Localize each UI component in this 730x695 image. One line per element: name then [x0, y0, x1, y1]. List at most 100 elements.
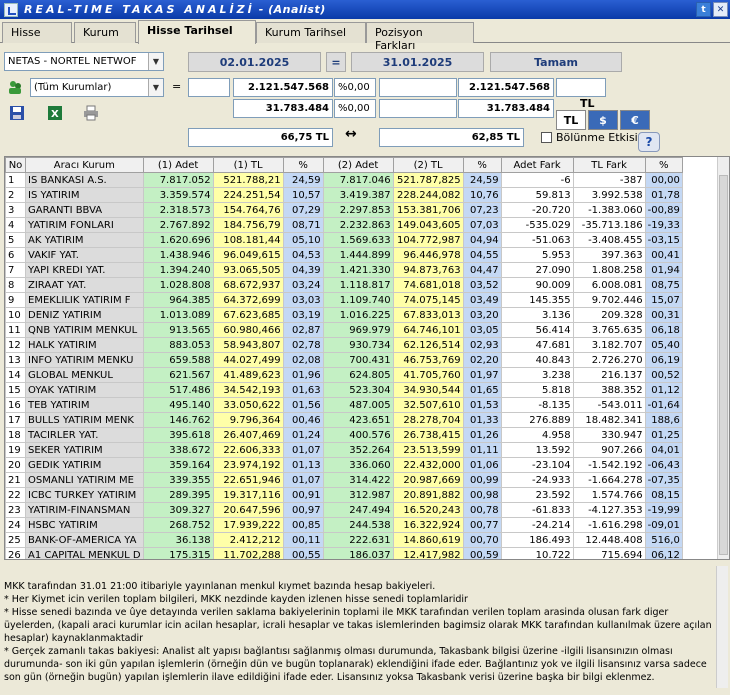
currency-tl-button[interactable]: TL — [556, 110, 586, 130]
filter-input-3[interactable] — [556, 78, 606, 97]
table-cell: 01,07 — [282, 472, 324, 488]
col-header[interactable]: % — [462, 157, 502, 173]
price-end: 62,85 TL — [379, 128, 524, 147]
table-row[interactable]: 20 GEDIK YATIRIM 359.164 23.974,192 01,13 336… — [5, 457, 683, 473]
table-row[interactable]: 7 YAPI KREDI YAT. 1.394.240 93.065,505 04,39… — [5, 262, 683, 278]
table-row[interactable]: 17 BULLS YATIRIM MENK 146.762 9.796,364 00,4… — [5, 412, 683, 428]
currency-eur-button[interactable]: € — [620, 110, 650, 130]
table-cell: 6.008.081 — [572, 277, 646, 293]
price-start: 66,75 TL — [188, 128, 333, 147]
twitter-icon[interactable]: t — [696, 2, 711, 17]
col-header[interactable]: % — [282, 157, 324, 173]
table-cell: 22.651,946 — [212, 472, 284, 488]
save-icon[interactable] — [8, 104, 26, 122]
table-row[interactable]: 22 ICBC TURKEY YATIRIM 289.395 19.317,116 00… — [5, 487, 683, 503]
table-row[interactable]: 24 HSBC YATIRIM 268.752 17.939,222 00,85 244.… — [5, 517, 683, 533]
table-cell: 1.028.808 — [142, 277, 214, 293]
split-effect-checkbox[interactable] — [541, 132, 552, 143]
table-row[interactable]: 16 TEB YATIRIM 495.140 33.050,622 01,56 487.0… — [5, 397, 683, 413]
col-header[interactable]: Adet Fark — [500, 157, 574, 173]
table-row[interactable]: 10 DENIZ YATIRIM 1.013.089 67.623,685 03,19 1… — [5, 307, 683, 323]
table-cell: 96.049,615 — [212, 247, 284, 263]
table-cell: IS BANKASI A.S. — [25, 172, 144, 188]
split-effect-label: Bölünme Etkisi — [556, 131, 638, 144]
table-scrollbar[interactable] — [717, 157, 729, 559]
table-cell: 07,29 — [282, 202, 324, 218]
col-header[interactable]: (2) Adet — [322, 157, 394, 173]
table-cell: 08,71 — [282, 217, 324, 233]
table-cell: 32.507,610 — [392, 397, 464, 413]
filter-input-4[interactable] — [379, 99, 457, 118]
title-bar: REAL-TIME TAKAS ANALİZİ - (Analist) t ✕ — [0, 0, 730, 19]
table-row[interactable]: 18 TACIRLER YAT. 395.618 26.407,469 01,24 400… — [5, 427, 683, 443]
table-cell: 16.322,924 — [392, 517, 464, 533]
table-cell: 5 — [5, 232, 26, 248]
table-cell: YATIRIM FONLARI — [25, 217, 144, 233]
print-icon[interactable] — [82, 104, 100, 122]
table-cell: -07,35 — [644, 472, 683, 488]
table-cell: -35.713.186 — [572, 217, 646, 233]
stock-select[interactable]: NETAS - NORTEL NETWOF ▼ — [4, 52, 164, 71]
filter-input-1[interactable] — [188, 78, 230, 97]
table-cell: 00,99 — [462, 472, 502, 488]
table-row[interactable]: 9 EMEKLILIK YATIRIM F 964.385 64.372,699 03,… — [5, 292, 683, 308]
table-row[interactable]: 4 YATIRIM FONLARI 2.767.892 184.756,79 08,71… — [5, 217, 683, 233]
table-row[interactable]: 3 GARANTI BBVA 2.318.573 154.764,76 07,29 2.2… — [5, 202, 683, 218]
table-row[interactable]: 1 IS BANKASI A.S. 7.817.052 521.788,21 24,59… — [5, 172, 683, 188]
table-cell: -09,01 — [644, 517, 683, 533]
table-cell: 2.232.863 — [322, 217, 394, 233]
table-cell: 01,07 — [282, 442, 324, 458]
col-header[interactable]: No — [5, 157, 26, 173]
table-row[interactable]: 11 QNB YATIRIM MENKUL 913.565 60.980,466 02,… — [5, 322, 683, 338]
table-cell: 228.244,082 — [392, 187, 464, 203]
tab-pozisyon-farklari[interactable]: Pozisyon Farkları — [366, 22, 474, 52]
start-date-field[interactable]: 02.01.2025 — [188, 52, 321, 72]
col-header[interactable]: (1) TL — [212, 157, 284, 173]
table-row[interactable]: 19 SEKER YATIRIM 338.672 22.606,333 01,07 352… — [5, 442, 683, 458]
table-row[interactable]: 14 GLOBAL MENKUL 621.567 41.489,623 01,96 624… — [5, 367, 683, 383]
tab-kurum-tarihsel[interactable]: Kurum Tarihsel — [256, 22, 366, 43]
chevron-down-icon[interactable]: ▼ — [148, 79, 163, 96]
scrollbar-thumb[interactable] — [719, 175, 728, 555]
filter-input-2[interactable] — [379, 78, 457, 97]
table-row[interactable]: 12 HALK YATIRIM 883.053 58.943,807 02,78 930.… — [5, 337, 683, 353]
table-cell: 34.542,193 — [212, 382, 284, 398]
table-row[interactable]: 5 AK YATIRIM 1.620.696 108.181,44 05,10 1.569… — [5, 232, 683, 248]
institution-group-icon[interactable] — [6, 78, 24, 96]
excel-icon[interactable]: X — [46, 104, 64, 122]
tab-hisse-tarihsel[interactable]: Hisse Tarihsel — [138, 20, 256, 44]
table-cell: 4.958 — [500, 427, 574, 443]
currency-usd-button[interactable]: $ — [588, 110, 618, 130]
table-cell: 00,00 — [644, 172, 683, 188]
chevron-down-icon[interactable]: ▼ — [148, 53, 163, 70]
table-row[interactable]: 2 IS YATIRIM 3.359.574 224.251,54 10,57 3.419… — [5, 187, 683, 203]
col-header[interactable]: TL Fark — [572, 157, 646, 173]
tab-kurum[interactable]: Kurum — [74, 22, 136, 43]
col-header[interactable]: (2) TL — [392, 157, 464, 173]
table-row[interactable]: 23 YATIRIM-FINANSMAN 309.327 20.647,596 00,9… — [5, 502, 683, 518]
table-row[interactable]: 13 INFO YATIRIM MENKU 659.588 44.027,499 02,… — [5, 352, 683, 368]
table-cell: 00,97 — [282, 502, 324, 518]
table-row[interactable]: 6 VAKIF YAT. 1.438.946 96.049,615 04,53 1.444… — [5, 247, 683, 263]
notes-scrollbar[interactable] — [716, 566, 728, 688]
table-cell: 969.979 — [322, 322, 394, 338]
col-header[interactable]: % — [644, 157, 683, 173]
table-cell: 00,85 — [282, 517, 324, 533]
table-row[interactable]: 26 A1 CAPITAL MENKUL D 175.315 11.702,288 00… — [5, 547, 683, 559]
help-icon[interactable]: ? — [638, 132, 660, 152]
ok-button[interactable]: Tamam — [490, 52, 622, 72]
col-header[interactable]: (1) Adet — [142, 157, 214, 173]
table-cell: 16.520,243 — [392, 502, 464, 518]
table-row[interactable]: 8 ZIRAAT YAT. 1.028.808 68.672,937 03,24 1.11… — [5, 277, 683, 293]
end-date-field[interactable]: 31.01.2025 — [351, 52, 484, 72]
table-row[interactable]: 25 BANK-OF-AMERICA YA 36.138 2.412,212 00,11… — [5, 532, 683, 548]
table-row[interactable]: 21 OSMANLI YATIRIM ME 339.355 22.651,946 01,… — [5, 472, 683, 488]
close-icon[interactable]: ✕ — [713, 2, 728, 17]
equals-label: = — [326, 52, 346, 72]
tab-hisse[interactable]: Hisse — [2, 22, 72, 43]
table-row[interactable]: 15 OYAK YATIRIM 517.486 34.542,193 01,63 523.… — [5, 382, 683, 398]
col-header[interactable]: Aracı Kurum — [25, 157, 144, 173]
institution-select[interactable]: (Tüm Kurumlar) ▼ — [30, 78, 164, 97]
table-cell: 22.432,000 — [392, 457, 464, 473]
table-cell: 184.756,79 — [212, 217, 284, 233]
